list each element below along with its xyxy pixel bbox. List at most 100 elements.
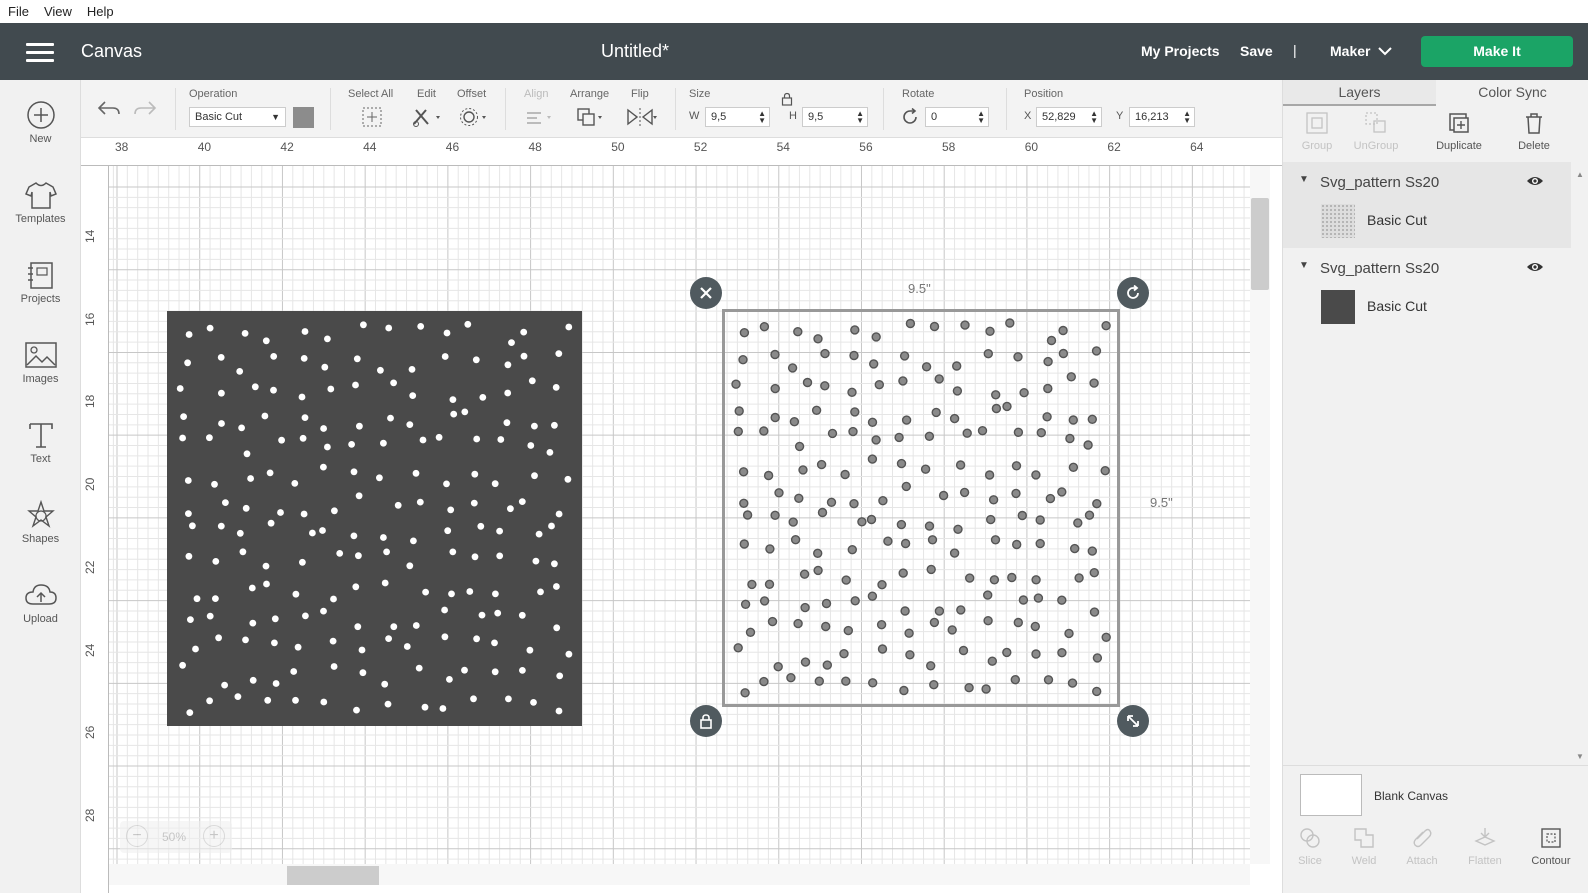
pattern-dot [799, 569, 810, 579]
sidebar-item-templates[interactable]: Templates [0, 174, 81, 246]
layer-row[interactable]: Basic Cut [1283, 196, 1571, 248]
x-position-input[interactable]: 52,829 ▲ ▼ [1036, 107, 1102, 127]
zoom-control[interactable]: − 50% + [120, 821, 232, 853]
flip-icon[interactable] [625, 106, 659, 128]
y-position-input[interactable]: 16,213 ▲ ▼ [1129, 107, 1195, 127]
rotate-input[interactable]: 0 ▲ ▼ [925, 107, 989, 127]
contour-button[interactable]: Contour [1523, 826, 1579, 867]
pattern-hole [360, 321, 367, 329]
machine-selector[interactable]: Maker [1330, 43, 1393, 59]
eye-icon[interactable] [1526, 261, 1544, 273]
layer-group-header[interactable]: ▼ Svg_pattern Ss20 [1283, 170, 1571, 196]
my-projects-link[interactable]: My Projects [1141, 43, 1220, 59]
horizontal-scrollbar[interactable] [109, 864, 1250, 885]
tab-color-sync[interactable]: Color Sync [1436, 80, 1588, 106]
scroll-up-icon[interactable]: ▲ [1576, 170, 1584, 179]
pattern-hole [449, 396, 457, 403]
collapse-triangle-icon[interactable]: ▼ [1299, 260, 1309, 271]
pattern-dot [822, 660, 833, 670]
stepper-icon[interactable]: ▲ ▼ [758, 110, 766, 125]
group-button[interactable]: Group [1287, 110, 1347, 152]
pattern-hole [238, 424, 245, 432]
undo-icon[interactable] [97, 100, 121, 118]
stepper-icon[interactable]: ▲ ▼ [977, 110, 985, 125]
pattern-dot [820, 381, 830, 391]
pattern-hole [496, 552, 504, 560]
pattern-dot [1070, 543, 1080, 554]
redo-icon[interactable] [133, 100, 157, 118]
menu-view[interactable]: View [36, 4, 79, 19]
sidebar-item-images[interactable]: Images [0, 334, 81, 406]
lock-handle[interactable] [690, 705, 722, 737]
pattern-hole [443, 329, 451, 337]
lock-icon[interactable] [781, 92, 793, 106]
sidebar-item-text[interactable]: Text [0, 414, 81, 486]
group-label: Group [1301, 140, 1333, 152]
align-icon[interactable] [524, 106, 556, 128]
stepper-icon[interactable]: ▲ ▼ [1090, 110, 1098, 125]
operation-value: Basic Cut [195, 111, 243, 123]
pattern-dot [874, 379, 885, 390]
pattern-hole [249, 619, 257, 627]
width-input[interactable]: 9,5 ▲ ▼ [705, 107, 770, 127]
rotate-handle[interactable] [1117, 277, 1149, 309]
sidebar-item-shapes[interactable]: Shapes [0, 494, 81, 566]
collapse-triangle-icon[interactable]: ▼ [1299, 174, 1309, 185]
sidebar-item-projects[interactable]: Projects [0, 254, 81, 326]
stepper-icon[interactable]: ▲ ▼ [856, 110, 864, 125]
pattern-hole [324, 443, 331, 451]
pattern-hole [528, 377, 536, 385]
menu-file[interactable]: File [0, 4, 36, 19]
pattern-hole [519, 667, 526, 674]
ungroup-button[interactable]: UnGroup [1346, 110, 1406, 152]
vertical-scrollbar-thumb[interactable] [1251, 198, 1269, 290]
resize-handle[interactable] [1117, 705, 1149, 737]
operation-select[interactable]: Basic Cut ▼ [189, 107, 286, 127]
slice-button[interactable]: Slice [1282, 826, 1338, 867]
pattern-dot [1035, 515, 1045, 525]
pattern-hole [419, 436, 427, 444]
duplicate-button[interactable]: Duplicate [1429, 110, 1489, 152]
weld-button[interactable]: Weld [1336, 826, 1392, 867]
panel-scrollbar[interactable]: ▲ ▼ [1571, 170, 1588, 765]
tab-layers[interactable]: Layers [1283, 80, 1436, 106]
pattern-dot [1043, 675, 1054, 685]
height-input[interactable]: 9,5 ▲ ▼ [802, 107, 868, 127]
zoom-in-button[interactable]: + [203, 825, 225, 847]
canvas-area[interactable]: 38 40 42 44 46 48 50 52 54 56 58 60 62 64 14 16 18 20 22 2… [81, 138, 1282, 893]
pattern-dot [759, 596, 770, 606]
blank-canvas-row[interactable]: Blank Canvas [1283, 765, 1588, 817]
sidebar-item-new[interactable]: New [0, 94, 81, 166]
save-link[interactable]: Save [1240, 43, 1273, 59]
flatten-button[interactable]: Flatten [1457, 826, 1513, 867]
layer-row[interactable]: Basic Cut [1283, 282, 1571, 334]
edit-tools-icon[interactable] [411, 106, 443, 128]
pattern-dot [983, 616, 993, 626]
delete-button[interactable]: Delete [1504, 110, 1564, 152]
x-position-value: 52,829 [1042, 111, 1076, 123]
horizontal-scrollbar-thumb[interactable] [287, 866, 379, 885]
pattern-object-dark[interactable] [167, 311, 582, 726]
operation-color-swatch[interactable] [293, 107, 314, 128]
eye-icon[interactable] [1526, 175, 1544, 187]
zoom-out-button[interactable]: − [126, 825, 148, 847]
make-it-button[interactable]: Make It [1421, 36, 1573, 67]
delete-handle[interactable] [690, 277, 722, 309]
arrange-icon[interactable] [575, 106, 607, 128]
scroll-down-icon[interactable]: ▼ [1576, 752, 1584, 761]
select-all-icon[interactable] [361, 106, 383, 128]
pattern-hole [292, 696, 299, 704]
stepper-icon[interactable]: ▲ ▼ [1183, 110, 1191, 125]
pattern-hole [184, 359, 191, 367]
sidebar-item-upload[interactable]: Upload [0, 574, 81, 646]
attach-button[interactable]: Attach [1394, 826, 1450, 867]
menu-help[interactable]: Help [79, 4, 121, 19]
pattern-object-dotted[interactable] [724, 311, 1118, 705]
offset-icon[interactable] [458, 106, 490, 128]
blank-canvas-swatch[interactable] [1300, 774, 1362, 816]
pattern-dot [1030, 621, 1040, 632]
layer-group-header[interactable]: ▼ Svg_pattern Ss20 [1283, 256, 1571, 282]
pattern-hole [406, 421, 414, 428]
pattern-dot [1087, 414, 1097, 425]
width-dimension-label: 9.5" [908, 281, 931, 296]
